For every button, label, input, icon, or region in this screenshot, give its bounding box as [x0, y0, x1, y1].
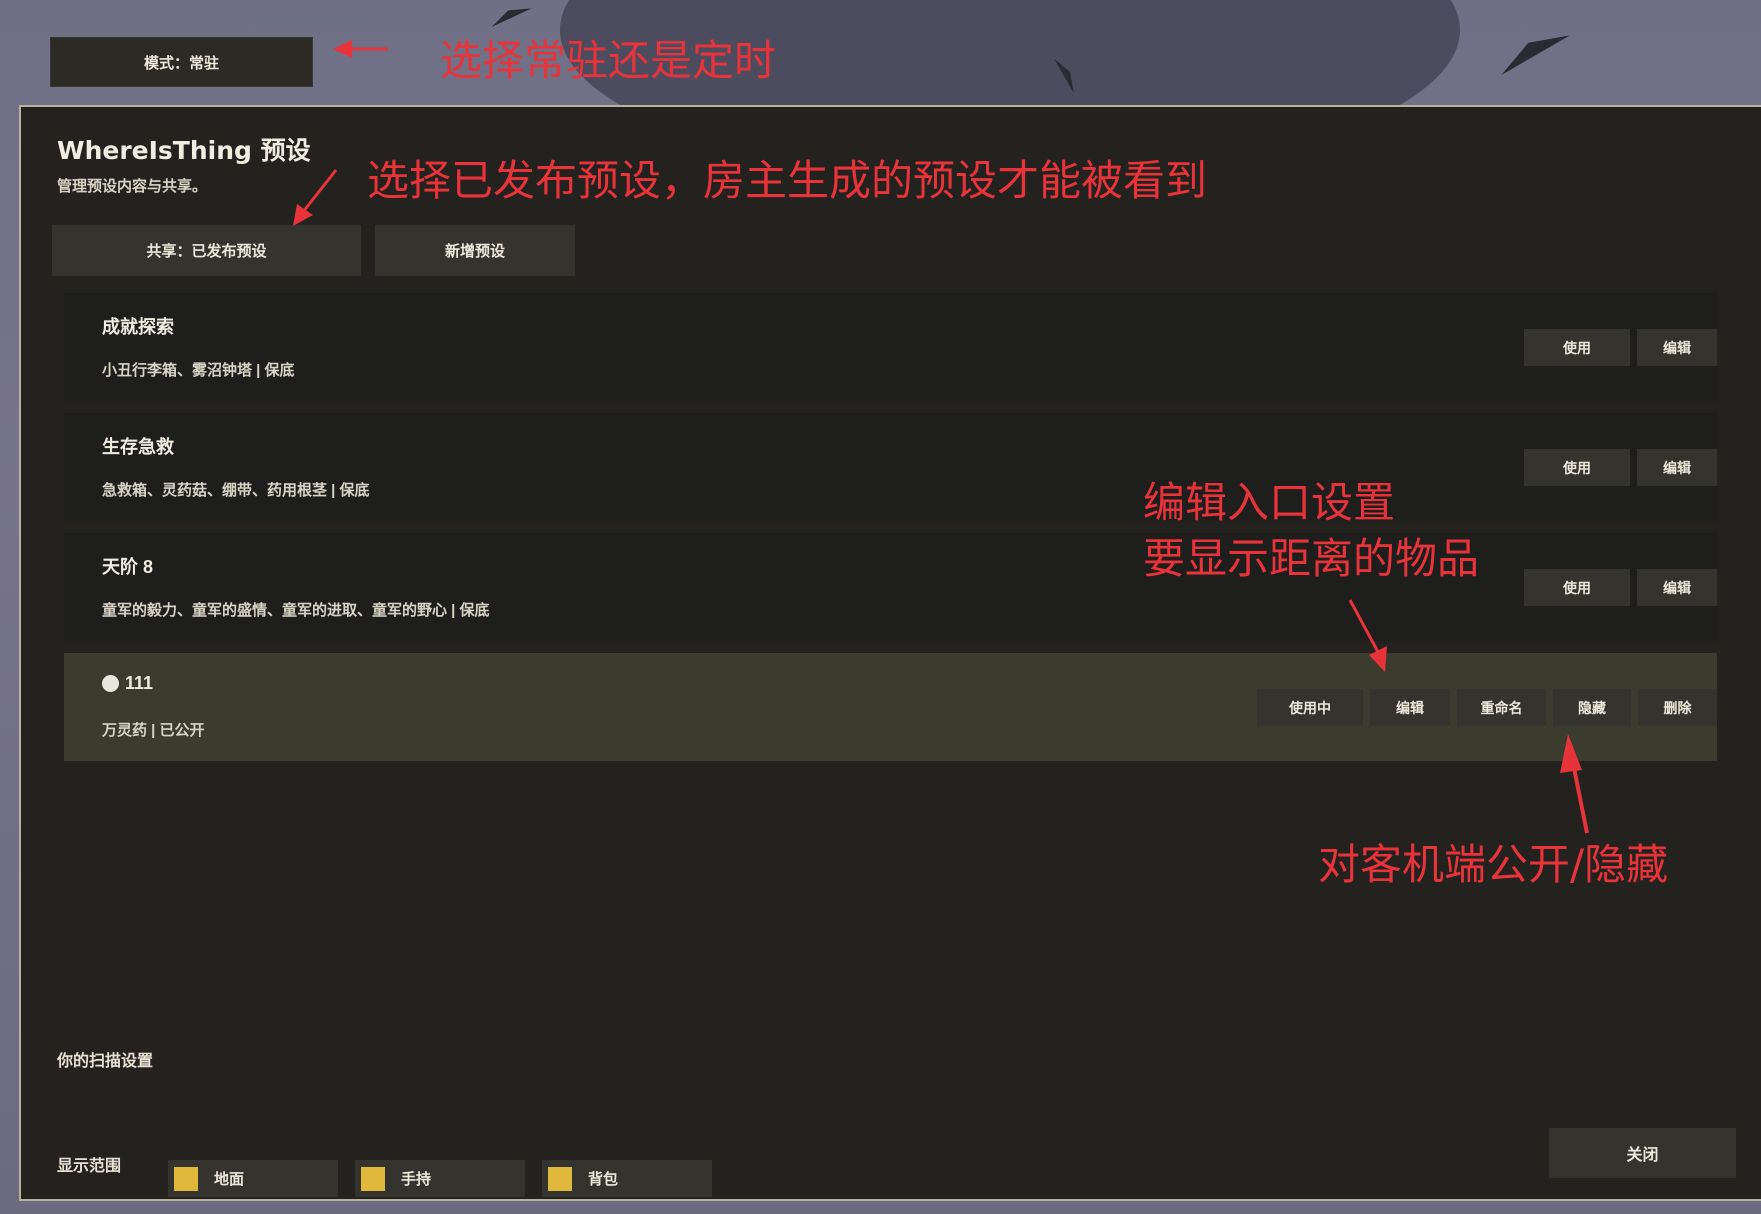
scan-settings-title: 你的扫描设置	[57, 1053, 154, 1070]
preset-panel: WhereIsThing 预设 管理预设内容与共享。 共享：已发布预设 新增预设…	[19, 105, 1761, 1201]
range-label: 显示范围	[57, 1158, 122, 1175]
delete-button[interactable]: 删除	[1638, 689, 1717, 726]
edit-button[interactable]: 编辑	[1637, 329, 1717, 366]
edit-button[interactable]: 编辑	[1637, 569, 1717, 606]
use-button[interactable]: 使用	[1524, 449, 1630, 486]
checkbox-icon	[361, 1166, 385, 1191]
preset-name: 成就探索	[102, 317, 174, 337]
bird-decoration	[1494, 22, 1570, 76]
checkbox-icon	[548, 1166, 572, 1191]
add-preset-button[interactable]: 新增预设	[375, 225, 575, 276]
rename-button[interactable]: 重命名	[1457, 689, 1546, 726]
edit-button[interactable]: 编辑	[1637, 449, 1717, 486]
preset-name: 111	[102, 673, 153, 694]
checkbox-handheld[interactable]: 手持	[355, 1160, 525, 1197]
preset-desc: 万灵药 | 已公开	[102, 722, 205, 739]
in-use-button[interactable]: 使用中	[1257, 689, 1363, 726]
preset-row: 成就探索 小丑行李箱、雾沼钟塔 | 保底 使用 编辑	[64, 293, 1717, 401]
preset-name: 天阶 8	[102, 557, 154, 577]
preset-row: 生存急救 急救箱、灵药菇、绷带、药用根茎 | 保底 使用 编辑	[64, 413, 1717, 521]
preset-desc: 童军的毅力、童军的盛情、童军的进取、童军的野心 | 保底	[102, 602, 490, 619]
preset-row-active: 111 万灵药 | 已公开 使用中 编辑 重命名 隐藏 删除	[64, 653, 1717, 761]
checkbox-icon	[174, 1166, 198, 1191]
share-button[interactable]: 共享：已发布预设	[52, 225, 361, 276]
checkbox-backpack[interactable]: 背包	[542, 1160, 712, 1197]
annotation-edit-line1: 编辑入口设置	[1143, 478, 1396, 527]
close-button[interactable]: 关闭	[1549, 1128, 1736, 1178]
mode-button[interactable]: 模式：常驻	[50, 37, 313, 87]
panel-subtitle: 管理预设内容与共享。	[57, 178, 208, 195]
preset-name: 生存急救	[102, 437, 174, 457]
annotation-hide: 对客机端公开/隐藏	[1318, 840, 1669, 889]
hide-button[interactable]: 隐藏	[1553, 689, 1631, 726]
edit-button[interactable]: 编辑	[1370, 689, 1450, 726]
owner-dot-icon	[102, 675, 119, 692]
preset-desc: 急救箱、灵药菇、绷带、药用根茎 | 保底	[102, 482, 370, 499]
bird-decoration	[488, 1, 532, 27]
use-button[interactable]: 使用	[1524, 329, 1630, 366]
checkbox-ground[interactable]: 地面	[168, 1160, 338, 1197]
annotation-mode: 选择常驻还是定时	[440, 36, 777, 85]
annotation-edit-line2: 要显示距离的物品	[1143, 534, 1480, 583]
preset-desc: 小丑行李箱、雾沼钟塔 | 保底	[102, 362, 295, 379]
annotation-share: 选择已发布预设，房主生成的预设才能被看到	[367, 156, 1208, 205]
panel-title: WhereIsThing 预设	[57, 136, 311, 165]
use-button[interactable]: 使用	[1524, 569, 1630, 606]
